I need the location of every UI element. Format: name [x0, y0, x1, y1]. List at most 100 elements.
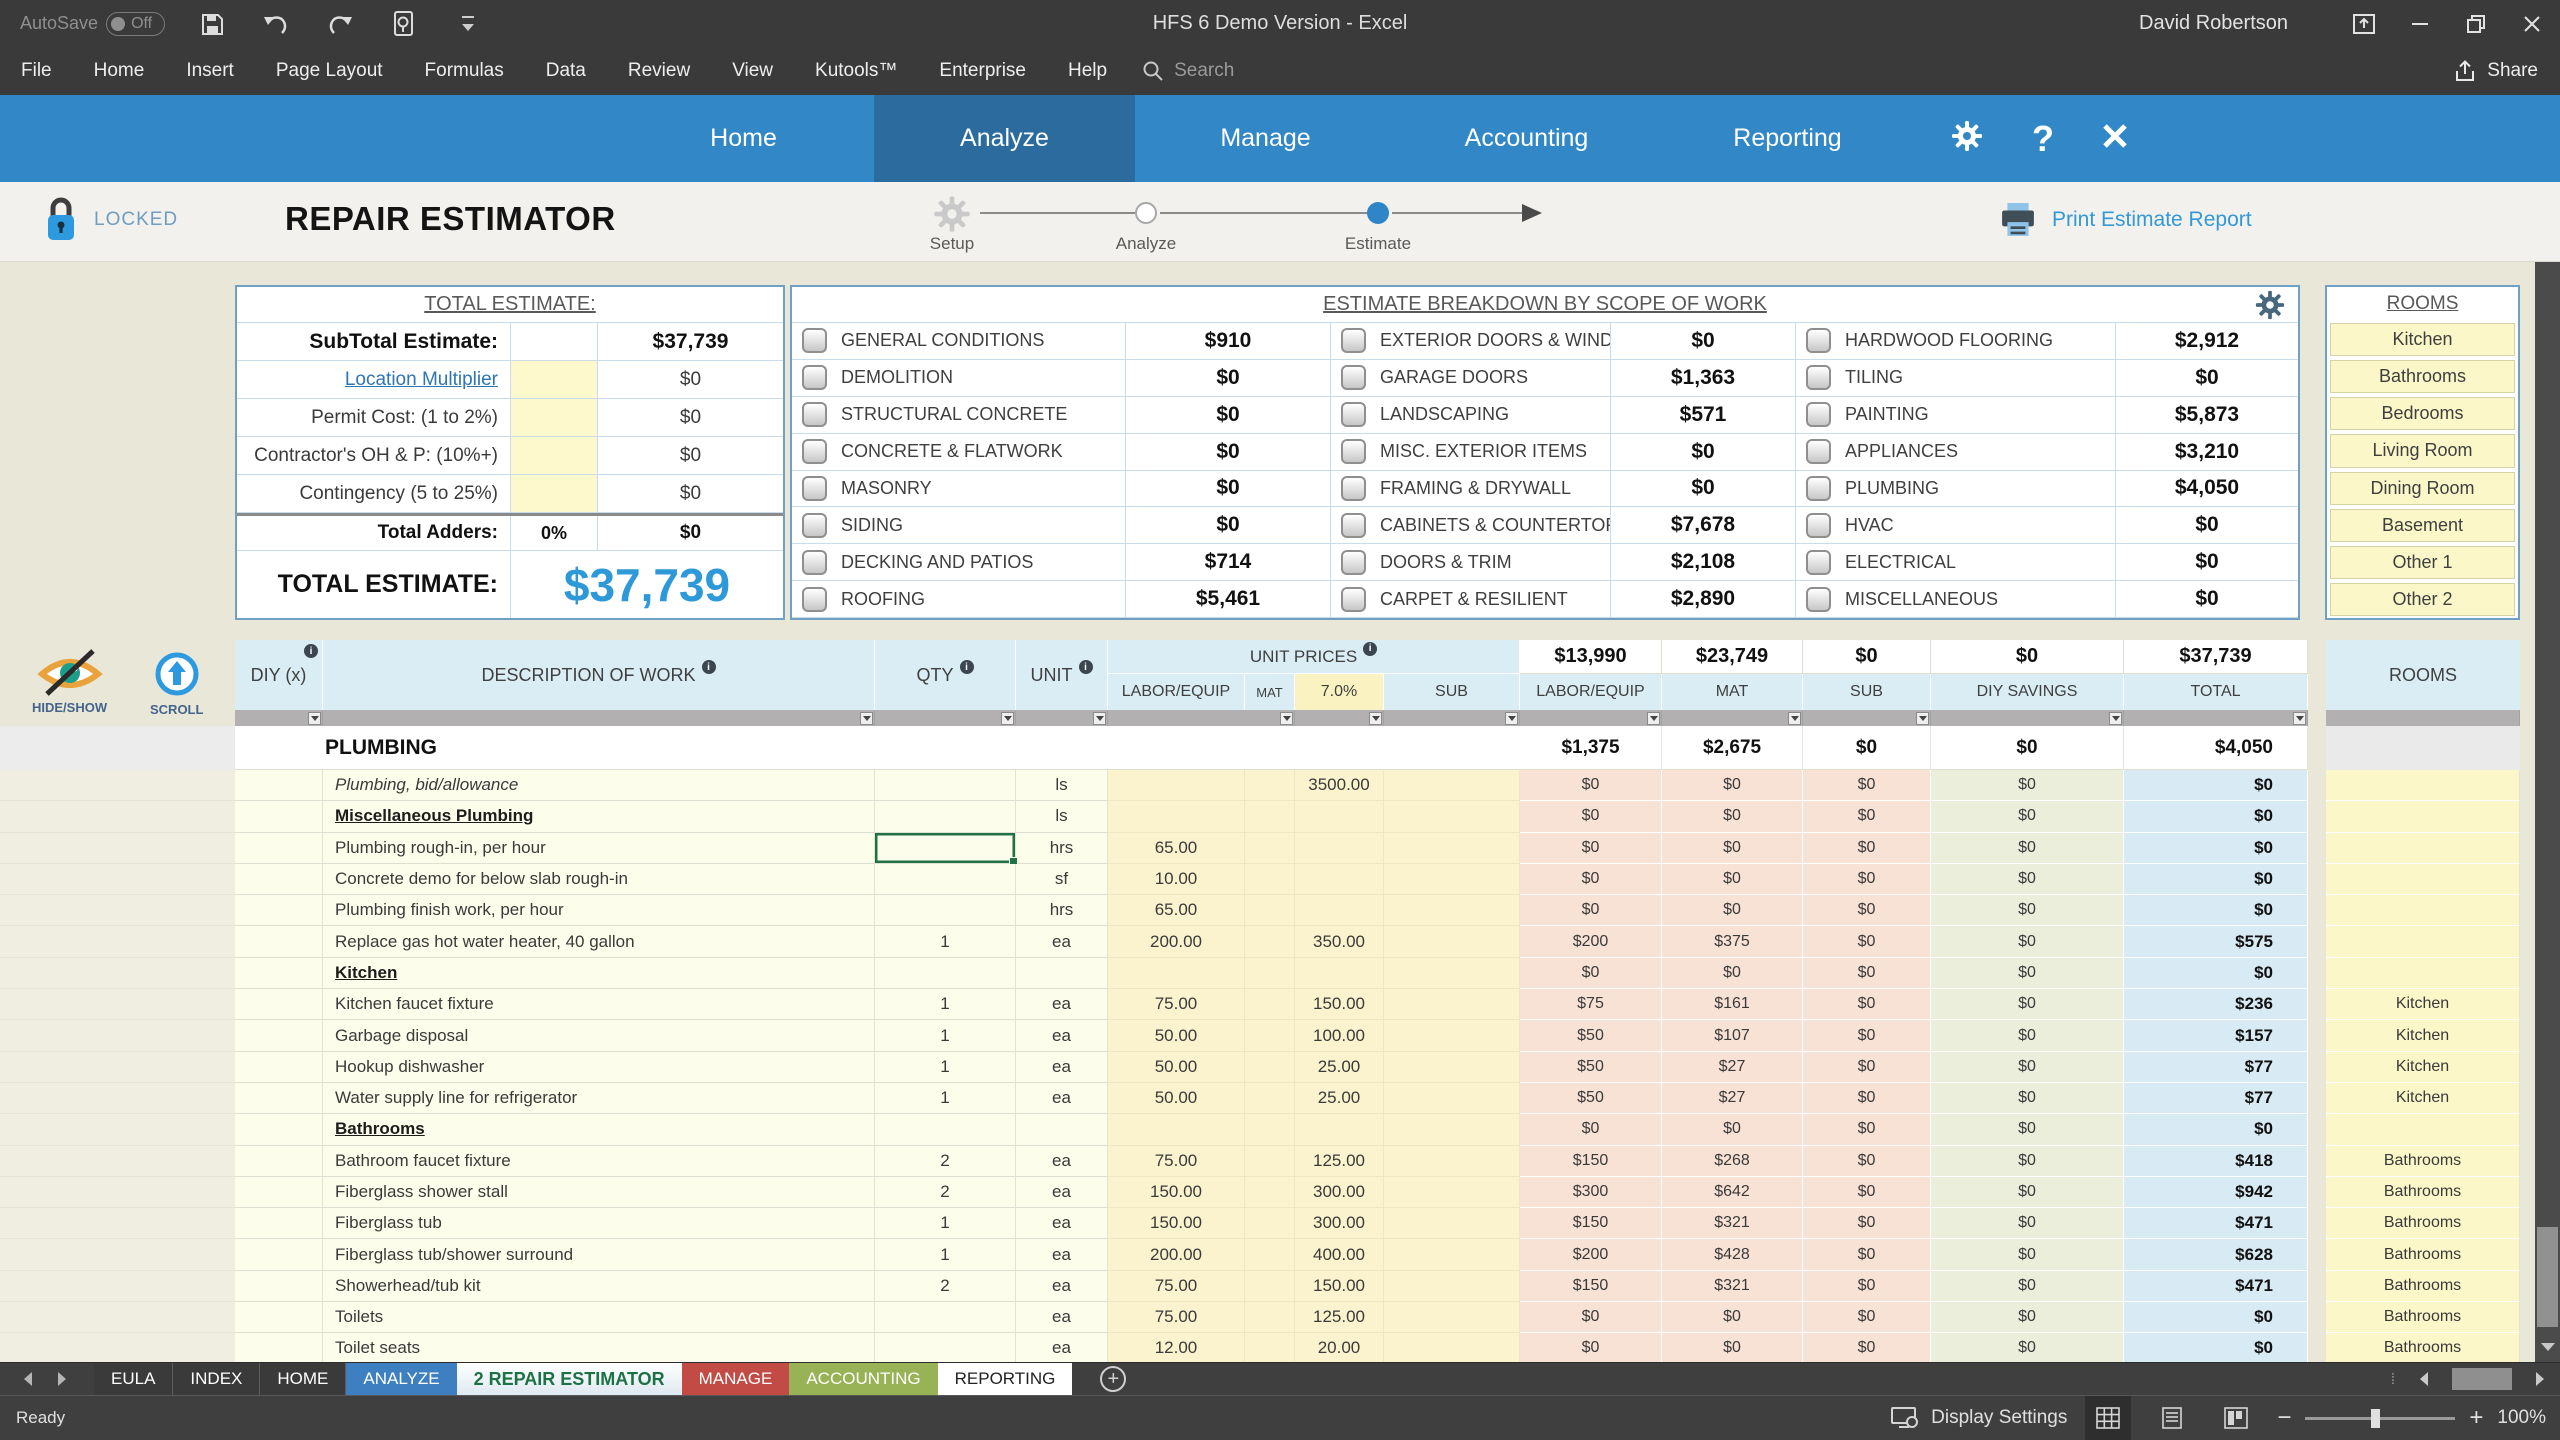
scroll-button[interactable]: SCROLL — [150, 650, 203, 717]
filter-dropdown-button[interactable] — [1280, 711, 1293, 725]
description-cell[interactable]: Plumbing rough-in, per hour — [323, 832, 875, 864]
sheet-tab[interactable]: 2 REPAIR ESTIMATOR — [456, 1363, 682, 1395]
sheet-nav-right-button[interactable] — [58, 1372, 66, 1386]
scope-checkbox[interactable] — [1341, 586, 1366, 612]
sheet-tab[interactable]: REPORTING — [937, 1363, 1073, 1395]
mat-flag-cell[interactable] — [1245, 1082, 1295, 1115]
room-button[interactable]: Other 2 — [2330, 582, 2515, 616]
labor-unit-price-cell[interactable]: 75.00 — [1108, 1302, 1245, 1334]
header-mat[interactable]: MAT — [1662, 674, 1803, 710]
sheet-tab[interactable]: MANAGE — [681, 1363, 790, 1395]
description-cell[interactable]: Bathroom faucet fixture — [323, 1145, 875, 1177]
labor-unit-price-cell[interactable] — [1108, 770, 1245, 802]
header-unit-prices[interactable]: UNIT PRICES i — [1108, 640, 1520, 674]
save-button[interactable] — [195, 7, 229, 41]
sub-unit-price-cell[interactable] — [1384, 770, 1520, 802]
scope-checkbox[interactable] — [1806, 439, 1831, 465]
filter-dropdown-button[interactable] — [860, 711, 873, 725]
user-name[interactable]: David Robertson — [2139, 12, 2288, 35]
nav-tab[interactable]: Reporting — [1657, 95, 1918, 182]
qty-cell[interactable]: 2 — [875, 1176, 1016, 1209]
display-settings-button[interactable]: Display Settings — [1891, 1406, 2067, 1430]
sub-unit-price-cell[interactable] — [1384, 926, 1520, 958]
mat-flag-cell[interactable] — [1245, 770, 1295, 802]
description-cell[interactable]: Toilet seats — [323, 1333, 875, 1365]
adder-input-cell[interactable] — [510, 361, 598, 398]
description-cell[interactable]: Bathrooms — [323, 1114, 875, 1146]
qty-cell[interactable] — [875, 770, 1016, 802]
sub-unit-price-cell[interactable] — [1384, 1082, 1520, 1115]
scope-checkbox[interactable] — [1341, 512, 1366, 538]
sheet-tab[interactable]: HOME — [260, 1363, 347, 1395]
mat-unit-price-cell[interactable] — [1295, 801, 1384, 833]
mat-unit-price-cell[interactable]: 125.00 — [1295, 1145, 1384, 1177]
close-button[interactable] — [2504, 0, 2560, 47]
unit-cell[interactable]: ea — [1016, 1333, 1108, 1365]
scroll-left-button[interactable] — [2410, 1366, 2438, 1392]
unit-cell[interactable]: hrs — [1016, 895, 1108, 927]
sheet-tab[interactable]: INDEX — [173, 1363, 261, 1395]
mat-unit-price-cell[interactable]: 20.00 — [1295, 1333, 1384, 1365]
filter-dropdown-button[interactable] — [1001, 711, 1014, 725]
room-button[interactable]: Kitchen — [2330, 323, 2515, 357]
diy-cell[interactable] — [235, 801, 323, 833]
labor-unit-price-cell[interactable]: 75.00 — [1108, 1145, 1245, 1177]
room-cell[interactable]: Bathrooms — [2326, 1176, 2520, 1209]
sub-unit-price-cell[interactable] — [1384, 1176, 1520, 1209]
diy-cell[interactable] — [235, 1208, 323, 1240]
qty-cell[interactable]: 1 — [875, 1208, 1016, 1240]
vertical-scrollbar[interactable] — [2535, 262, 2560, 1362]
diy-cell[interactable] — [235, 1020, 323, 1052]
mat-flag-cell[interactable] — [1245, 926, 1295, 958]
mat-unit-price-cell[interactable] — [1295, 895, 1384, 927]
labor-unit-price-cell[interactable]: 50.00 — [1108, 1051, 1245, 1083]
room-cell[interactable]: Kitchen — [2326, 1051, 2520, 1083]
adder-input-cell[interactable] — [510, 437, 598, 474]
undo-button[interactable] — [259, 7, 293, 41]
diy-cell[interactable] — [235, 1051, 323, 1083]
mat-flag-cell[interactable] — [1245, 1020, 1295, 1052]
vertical-scrollbar-thumb[interactable] — [2537, 1227, 2558, 1327]
room-cell[interactable]: Bathrooms — [2326, 1333, 2520, 1365]
scope-checkbox[interactable] — [802, 586, 827, 612]
menu-item[interactable]: Home — [73, 60, 166, 82]
description-cell[interactable]: Miscellaneous Plumbing — [323, 801, 875, 833]
room-cell[interactable]: Bathrooms — [2326, 1239, 2520, 1271]
header-diy-savings[interactable]: DIY SAVINGS — [1931, 674, 2124, 710]
unit-cell[interactable]: sf — [1016, 863, 1108, 896]
header-unit-sub[interactable]: SUB — [1384, 674, 1520, 710]
qty-cell[interactable] — [875, 1114, 1016, 1146]
breakdown-settings-button[interactable] — [2254, 289, 2286, 326]
labor-unit-price-cell[interactable]: 65.00 — [1108, 832, 1245, 864]
nav-tab[interactable]: Analyze — [874, 95, 1135, 182]
unit-cell[interactable]: ea — [1016, 1302, 1108, 1334]
scope-checkbox[interactable] — [1341, 365, 1366, 391]
qty-cell[interactable]: 2 — [875, 1270, 1016, 1303]
header-qty[interactable]: QTY i — [875, 640, 1016, 710]
scope-checkbox[interactable] — [802, 365, 827, 391]
labor-unit-price-cell[interactable]: 50.00 — [1108, 1020, 1245, 1052]
room-button[interactable]: Bathrooms — [2330, 360, 2515, 394]
room-button[interactable]: Bedrooms — [2330, 397, 2515, 431]
diy-cell[interactable] — [235, 832, 323, 864]
unit-cell[interactable]: ea — [1016, 1082, 1108, 1115]
diy-cell[interactable] — [235, 1176, 323, 1209]
unit-cell[interactable]: ea — [1016, 926, 1108, 958]
page-layout-view-button[interactable] — [2149, 1396, 2195, 1440]
mat-flag-cell[interactable] — [1245, 801, 1295, 833]
unit-cell[interactable]: ls — [1016, 770, 1108, 802]
header-total[interactable]: TOTAL — [2124, 674, 2308, 710]
header-rooms[interactable]: ROOMS — [2326, 640, 2520, 710]
settings-gear-button[interactable] — [1950, 119, 1984, 158]
adder-label[interactable]: Location Multiplier — [345, 369, 498, 391]
mat-flag-cell[interactable] — [1245, 1145, 1295, 1177]
estimate-step-marker[interactable] — [1367, 202, 1389, 224]
diy-cell[interactable] — [235, 1114, 323, 1146]
labor-unit-price-cell[interactable]: 200.00 — [1108, 926, 1245, 958]
room-cell[interactable] — [2326, 957, 2520, 990]
filter-dropdown-button[interactable] — [2109, 711, 2122, 725]
room-cell[interactable]: Kitchen — [2326, 1082, 2520, 1115]
sheet-tab[interactable]: ACCOUNTING — [789, 1363, 938, 1395]
zoom-slider-thumb[interactable] — [2371, 1408, 2381, 1428]
room-cell[interactable] — [2326, 926, 2520, 958]
